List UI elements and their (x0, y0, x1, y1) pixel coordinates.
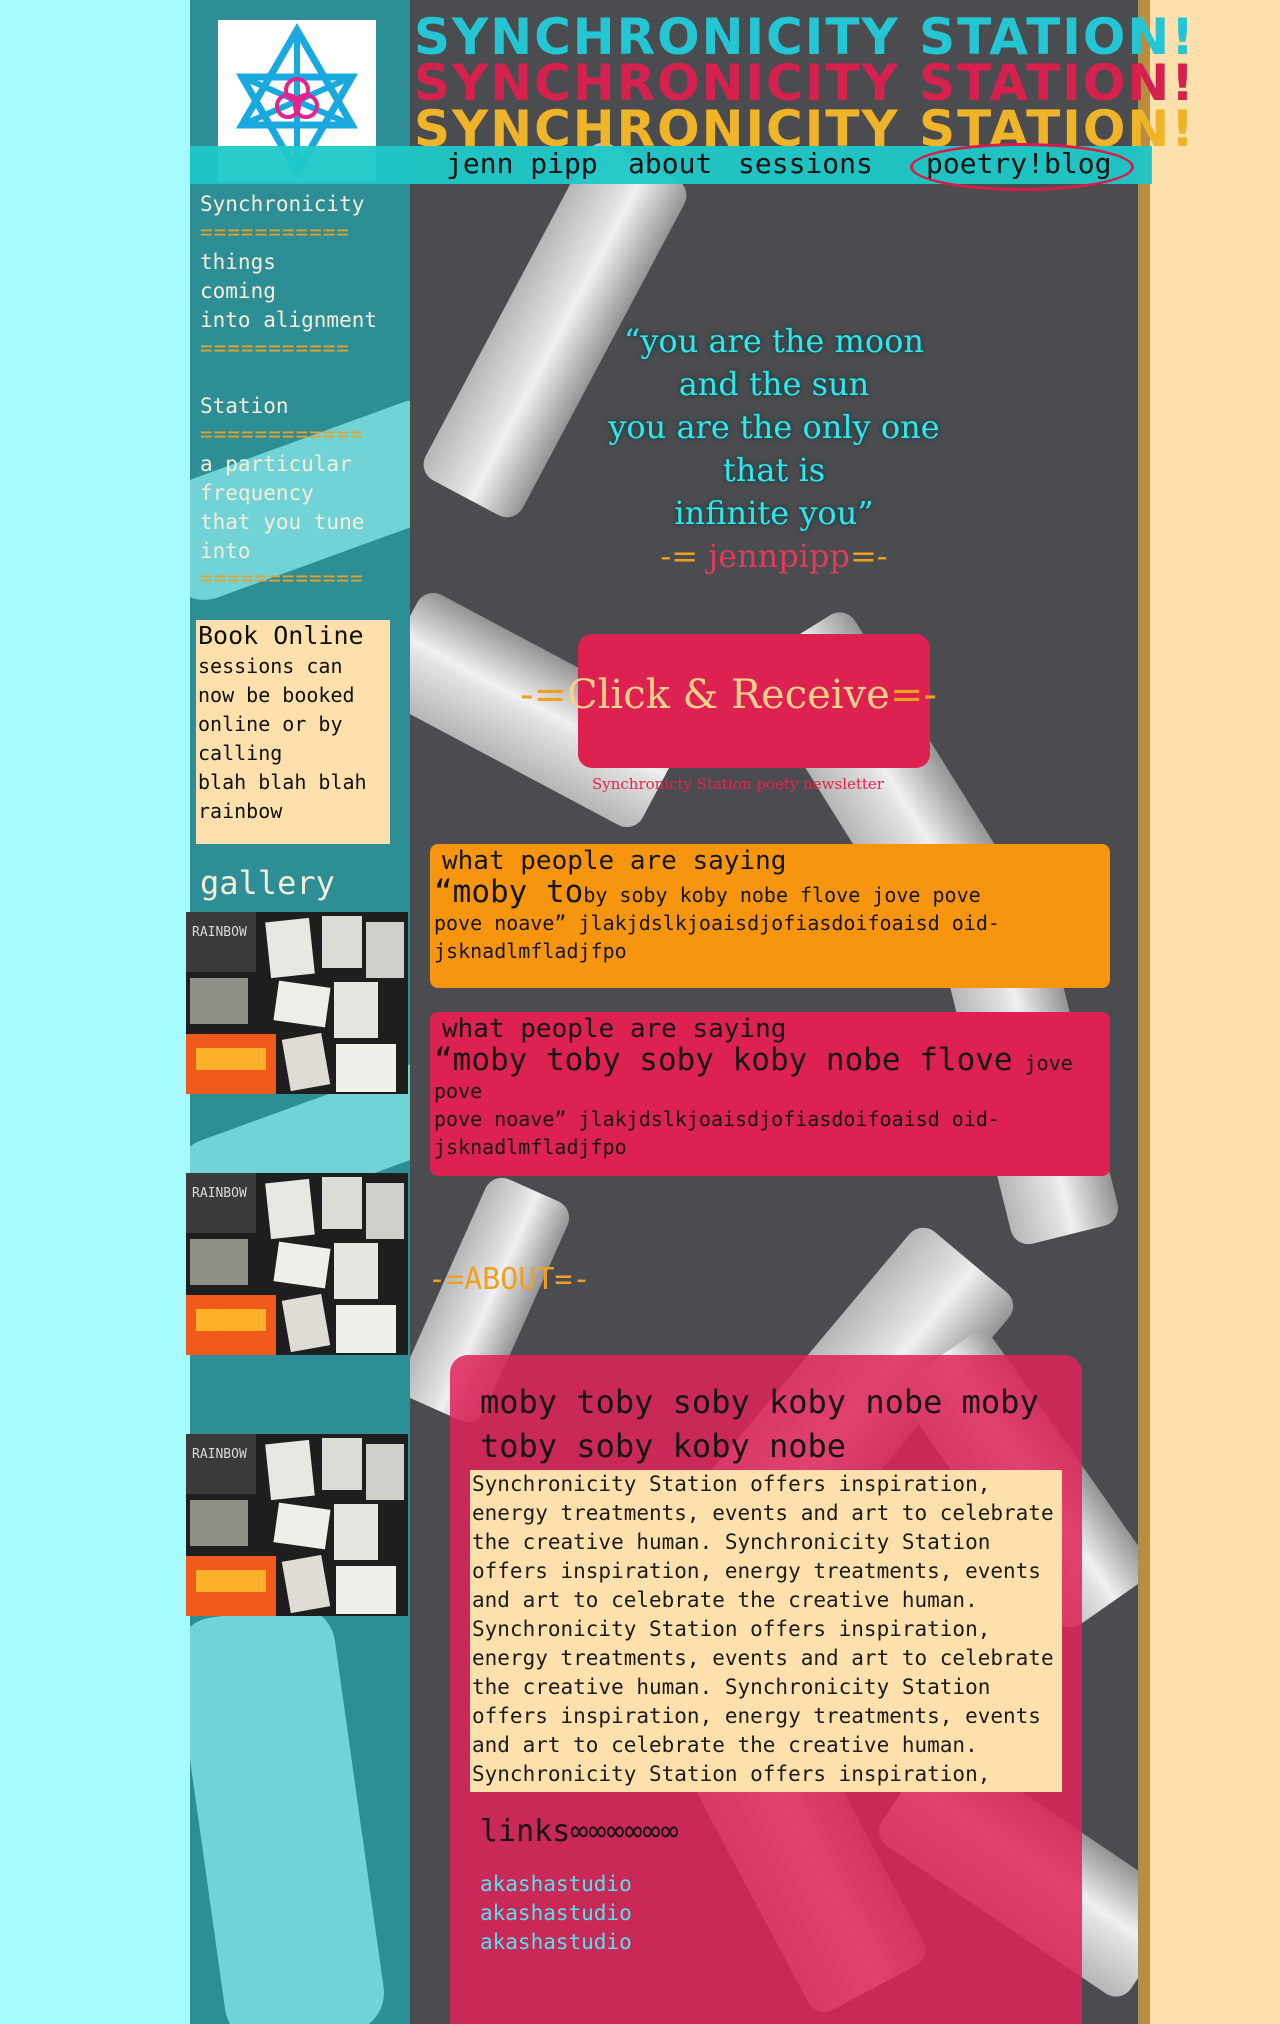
link-akashastudio[interactable]: akashastudio (480, 1930, 632, 1954)
sig-dash: =- (849, 537, 888, 575)
about-body: Synchronicity Station offers inspiration… (470, 1470, 1062, 1792)
definition-term-synchronicity: Synchronicity (200, 192, 365, 216)
testimonial-card: what people are saying “moby toby soby k… (430, 844, 1110, 988)
booking-line: blah blah blah (198, 770, 367, 794)
nav-item-about[interactable]: about (628, 146, 712, 182)
testimonial-quote-line: pove noave” jlakjdslkjoaisdjofiasdoifoai… (434, 911, 1000, 935)
svg-text:RAINBOW: RAINBOW (192, 1447, 247, 1462)
testimonial-quote-line: pove noave” jlakjdslkjoaisdjofiasdoifoai… (434, 1107, 1000, 1131)
definition-line: a particular (200, 452, 352, 476)
testimonial-heading: what people are saying (442, 1014, 787, 1044)
cta-dash: -= (520, 672, 568, 718)
gallery-thumbnail[interactable]: RAINBOW (186, 1434, 408, 1616)
testimonial-quote-line: pove (434, 1079, 483, 1103)
gallery-title: gallery (200, 864, 335, 902)
definition-term-station: Station (200, 394, 289, 418)
right-divider (1138, 0, 1150, 2024)
divider-equals: =========== (200, 220, 351, 244)
collage-image: RAINBOW (186, 1434, 408, 1616)
quote-line: you are the only one (608, 408, 940, 446)
svg-text:RAINBOW: RAINBOW (192, 1186, 247, 1201)
testimonial-quote-line: jsknadlmfladjfpo (434, 1135, 627, 1159)
gallery-thumbnail[interactable]: RAINBOW (186, 912, 408, 1094)
booking-line: calling (198, 741, 283, 765)
nav-highlight-circle (910, 143, 1134, 191)
quote-line: and the sun (678, 365, 870, 403)
booking-title: Book Online (198, 621, 364, 650)
divider-equals: =========== (200, 336, 351, 360)
sig-name: jennpipp (698, 537, 850, 575)
booking-line: rainbow (198, 799, 283, 823)
svg-text:RAINBOW: RAINBOW (192, 925, 247, 940)
quote-line: infinite you” (674, 494, 874, 532)
testimonial-quote-line: jsknadlmfladjfpo (434, 939, 627, 963)
definition-line: into alignment (200, 308, 378, 332)
collage-image: RAINBOW (186, 1173, 408, 1355)
link-akashastudio[interactable]: akashastudio (480, 1901, 632, 1925)
quote-line: “you are the moon (623, 322, 925, 360)
definition-line: frequency (200, 481, 314, 505)
sidebar-decor (190, 1600, 390, 2024)
cta-dash: =- (889, 672, 937, 718)
link-akashastudio[interactable]: akashastudio (480, 1872, 632, 1896)
booking-card[interactable]: Book Online sessions can now be booked o… (196, 620, 390, 844)
cta-label: Click & Receive (567, 672, 890, 718)
about-title: moby toby soby koby nobe moby toby soby … (480, 1383, 1039, 1465)
booking-line: sessions can (198, 654, 343, 678)
definition-line: that you tune (200, 510, 365, 534)
definition-line: things (200, 250, 276, 274)
collage-image: RAINBOW (186, 912, 408, 1094)
booking-line: online or by (198, 712, 343, 736)
page: SYNCHRONICITY STATION! SYNCHRONICITY STA… (0, 0, 1280, 2024)
divider-equals: ============ (200, 566, 364, 590)
divider-equals: ============ (200, 422, 364, 446)
booking-line: now be booked (198, 683, 355, 707)
newsletter-caption: Synchronicty Station poety newsletter (592, 775, 884, 793)
quote-line: that is (722, 451, 826, 489)
quote-signature: -= jennpipp=- (410, 535, 1138, 578)
testimonial-card: what people are saying “moby toby soby k… (430, 1012, 1110, 1176)
testimonial-quote: “moby toby soby koby nobe flove jove pov… (434, 874, 981, 910)
click-receive-label[interactable]: -=Click & Receive=- (520, 672, 1000, 718)
definition-line: into (200, 539, 251, 563)
about-heading: -=ABOUT=- (428, 1262, 591, 1297)
sig-dash: -= (660, 537, 699, 575)
nav-item-sessions[interactable]: sessions (738, 146, 873, 182)
gallery-thumbnail[interactable]: RAINBOW (186, 1173, 408, 1355)
testimonial-quote: “moby toby soby koby nobe flove jove (434, 1042, 1073, 1078)
testimonial-heading: what people are saying (442, 846, 787, 876)
nav-item-jenn-pipp[interactable]: jenn pipp (446, 146, 598, 182)
definition-line: coming (200, 279, 276, 303)
links-title: links∞∞∞∞∞∞ (480, 1814, 679, 1849)
right-background (1142, 0, 1280, 2024)
